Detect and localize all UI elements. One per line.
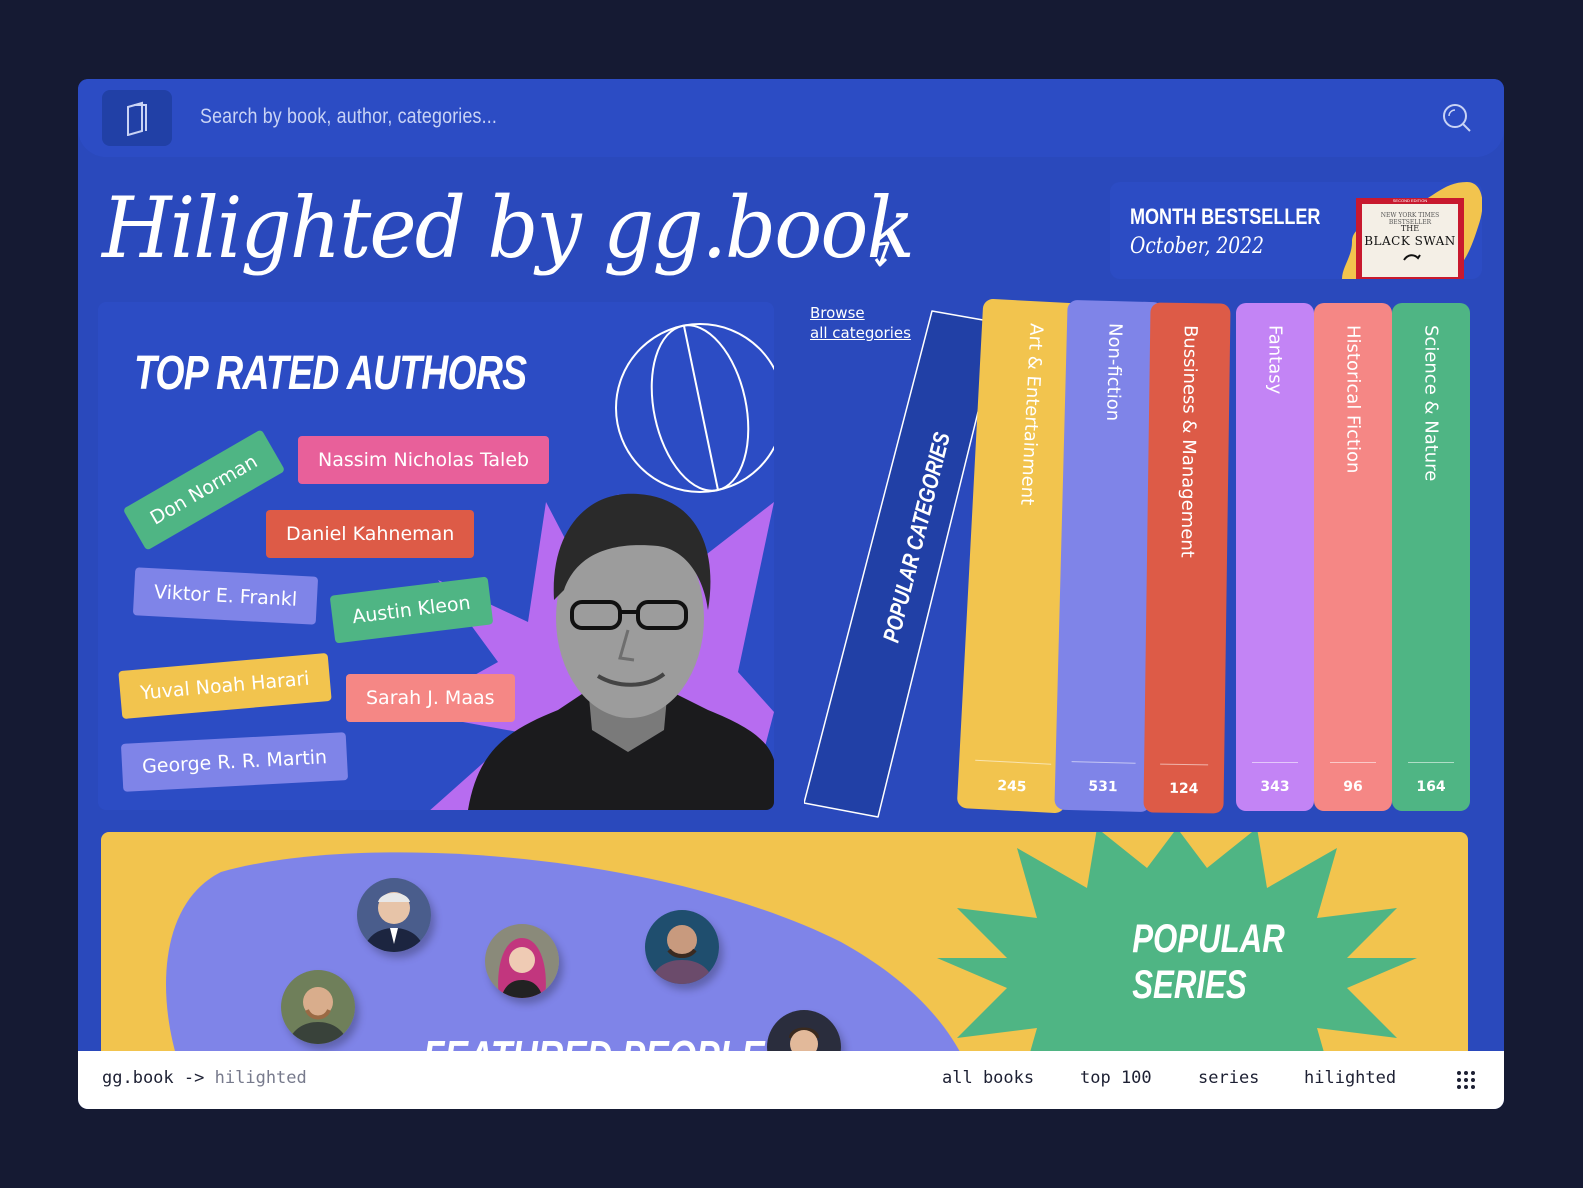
search-input[interactable]: Search by book, author, categories... xyxy=(200,105,497,129)
category-book-fantasy[interactable]: Fantasy 343 xyxy=(1236,303,1314,811)
category-label: Science & Nature xyxy=(1420,325,1442,482)
footer-bar: gg.book -> hilighted all books top 100 s… xyxy=(78,1051,1504,1109)
category-count: 124 xyxy=(1169,780,1199,798)
popular-series-title[interactable]: POPULAR SERIES xyxy=(1132,916,1285,1008)
book-logo-icon xyxy=(127,101,147,136)
category-book-historical-fiction[interactable]: Historical Fiction 96 xyxy=(1314,303,1392,811)
nav-top-100[interactable]: top 100 xyxy=(1080,1068,1152,1088)
book-divider xyxy=(1160,763,1209,766)
cover-inner: NEW YORK TIMES BESTSELLER THE BLACK SWAN xyxy=(1362,204,1458,277)
category-book-science-nature[interactable]: Science & Nature 164 xyxy=(1392,303,1470,811)
search-bar: Search by book, author, categories... xyxy=(78,79,1504,157)
featured-person-avatar[interactable] xyxy=(357,878,431,952)
author-chip-viktor-frankl[interactable]: Viktor E. Frankl xyxy=(132,567,319,625)
page-title: Hilighted by gg.book xyxy=(102,179,915,277)
category-count: 245 xyxy=(996,777,1027,796)
author-chip-daniel-kahneman[interactable]: Daniel Kahneman xyxy=(266,510,475,558)
featured-person-avatar[interactable] xyxy=(645,910,719,984)
book-divider xyxy=(1252,762,1298,763)
authors-title: TOP RATED AUTHORS xyxy=(134,347,527,400)
search-icon[interactable] xyxy=(1442,103,1472,133)
bestseller-book-cover[interactable]: SECOND EDITION NEW YORK TIMES BESTSELLER… xyxy=(1356,198,1464,279)
category-label: Fantasy xyxy=(1264,325,1286,395)
book-divider xyxy=(1408,762,1454,763)
category-label: Art & Entertainment xyxy=(1016,322,1047,506)
category-count: 343 xyxy=(1260,779,1290,795)
author-chip-nassim-taleb[interactable]: Nassim Nicholas Taleb xyxy=(298,436,550,484)
nav-hilighted[interactable]: hilighted xyxy=(1304,1068,1396,1088)
book-divider xyxy=(1071,761,1136,764)
month-bestseller-card[interactable]: MONTH BESTSELLER October, 2022 SECOND ED… xyxy=(1110,182,1482,279)
apps-grid-icon[interactable] xyxy=(1456,1070,1476,1090)
nav-series[interactable]: series xyxy=(1198,1068,1259,1088)
author-chip-george-martin[interactable]: George R. R. Martin xyxy=(120,732,349,792)
logo-button[interactable] xyxy=(102,90,172,146)
category-label: Bussiness & Management xyxy=(1176,324,1201,558)
breadcrumb: gg.book -> hilighted xyxy=(102,1068,307,1088)
app-window: Search by book, author, categories... Hi… xyxy=(78,79,1504,1109)
featured-person-avatar[interactable] xyxy=(281,970,355,1044)
category-label: Non-fiction xyxy=(1102,322,1126,422)
cover-title: BLACK SWAN xyxy=(1364,234,1456,248)
avatar-photo xyxy=(357,878,431,952)
author-portrait[interactable] xyxy=(468,490,774,810)
book-divider xyxy=(975,759,1052,765)
bestseller-label: MONTH BESTSELLER xyxy=(1130,204,1321,229)
breadcrumb-root[interactable]: gg.book xyxy=(102,1068,174,1088)
category-count: 96 xyxy=(1343,779,1363,795)
series-line1: POPULAR xyxy=(1132,917,1285,961)
bolt-icon xyxy=(872,222,890,267)
author-chip-yuval-harari[interactable]: Yuval Noah Harari xyxy=(118,652,332,720)
category-count: 164 xyxy=(1416,779,1446,795)
swan-icon xyxy=(1403,254,1421,261)
bestseller-date: October, 2022 xyxy=(1130,234,1264,259)
featured-person-avatar[interactable] xyxy=(485,924,559,998)
breadcrumb-current: hilighted xyxy=(214,1068,307,1088)
category-book-business-management[interactable]: Bussiness & Management 124 xyxy=(1143,302,1231,814)
author-chip-don-norman[interactable]: Don Norman xyxy=(122,429,286,551)
avatar-photo xyxy=(645,910,719,984)
breadcrumb-separator: -> xyxy=(183,1068,205,1088)
nav-all-books[interactable]: all books xyxy=(942,1068,1034,1088)
series-line2: SERIES xyxy=(1132,963,1247,1007)
category-count: 531 xyxy=(1088,778,1118,796)
avatar-photo xyxy=(281,970,355,1044)
book-divider xyxy=(1330,762,1376,763)
top-rated-authors-panel: TOP RATED AUTHORS Don Norman Nassim Nich… xyxy=(98,302,774,810)
author-chip-sarah-maas[interactable]: Sarah J. Maas xyxy=(346,674,515,722)
avatar-photo xyxy=(485,924,559,998)
category-label: Historical Fiction xyxy=(1342,325,1364,474)
cover-the: THE xyxy=(1400,224,1420,233)
